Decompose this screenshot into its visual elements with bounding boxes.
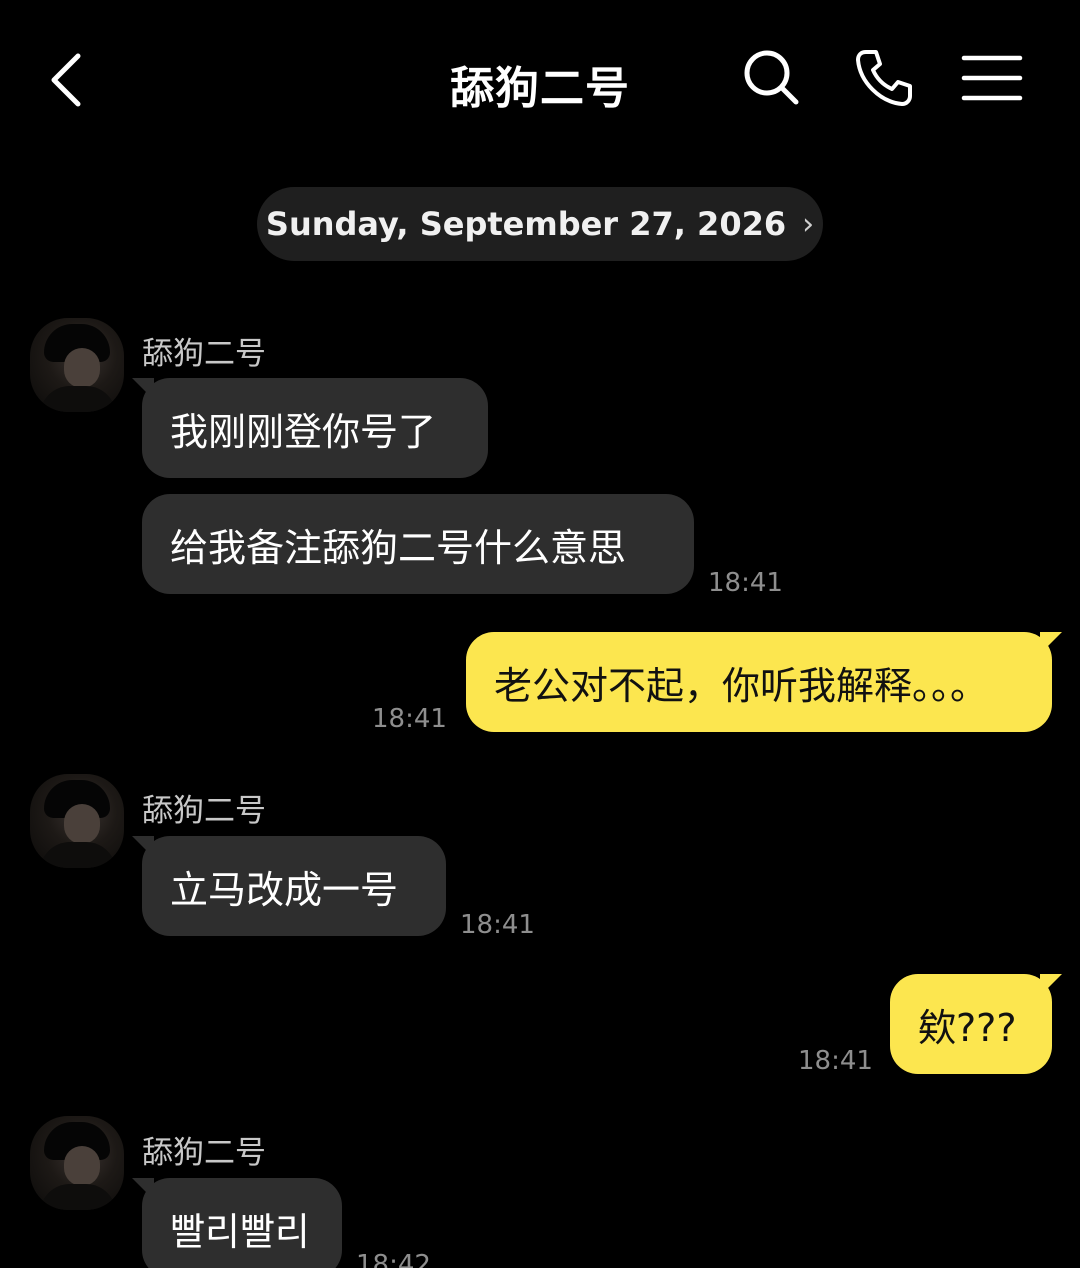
message-text: 立马改成一号	[170, 867, 399, 912]
message-timestamp: 18:42	[356, 1250, 431, 1268]
message-timestamp: 18:41	[708, 568, 783, 598]
message-bubble-outgoing[interactable]: 老公对不起，你听我解释。。。	[466, 632, 1062, 732]
hamburger-menu-icon	[961, 55, 1023, 101]
search-button[interactable]	[740, 46, 804, 110]
message-text: 빨리빨리	[170, 1209, 310, 1254]
menu-button[interactable]	[960, 46, 1024, 110]
message-text: 给我备注舔狗二号什么意思	[170, 525, 627, 570]
avatar[interactable]	[30, 1116, 124, 1210]
chat-screen: 舔狗二号 Sunday, September 27, 2026 › 舔狗二号 我…	[0, 0, 1080, 1268]
message-bubble-incoming[interactable]: 빨리빨리	[132, 1178, 342, 1268]
chat-header: 舔狗二号	[0, 0, 1080, 160]
chevron-right-icon: ›	[802, 206, 815, 242]
search-icon	[744, 50, 799, 105]
message-timestamp: 18:41	[798, 1046, 873, 1076]
date-label: Sunday, September 27, 2026	[265, 205, 787, 243]
message-text: 老公对不起，你听我解释。。。	[494, 663, 989, 708]
message-bubble-incoming[interactable]: 立马改成一号	[132, 836, 446, 936]
sender-name: 舔狗二号	[142, 336, 266, 372]
call-button[interactable]	[852, 46, 916, 110]
message-bubble-incoming[interactable]: 给我备注舔狗二号什么意思	[142, 494, 694, 594]
chat-title: 舔狗二号	[450, 63, 630, 114]
avatar[interactable]	[30, 318, 124, 412]
message-text: 我刚刚登你号了	[170, 409, 437, 454]
message-bubble-outgoing[interactable]: 欸???	[890, 974, 1062, 1074]
avatar[interactable]	[30, 774, 124, 868]
sender-name: 舔狗二号	[142, 1135, 266, 1171]
chevron-left-icon	[51, 53, 81, 107]
message-timestamp: 18:41	[372, 704, 447, 734]
message-text: 欸???	[918, 1005, 1017, 1050]
date-separator[interactable]: Sunday, September 27, 2026 ›	[257, 187, 823, 261]
sender-name: 舔狗二号	[142, 793, 266, 829]
message-timestamp: 18:41	[460, 910, 535, 940]
message-bubble-incoming[interactable]: 我刚刚登你号了	[132, 378, 488, 478]
phone-icon	[856, 50, 912, 106]
back-button[interactable]	[40, 44, 100, 114]
